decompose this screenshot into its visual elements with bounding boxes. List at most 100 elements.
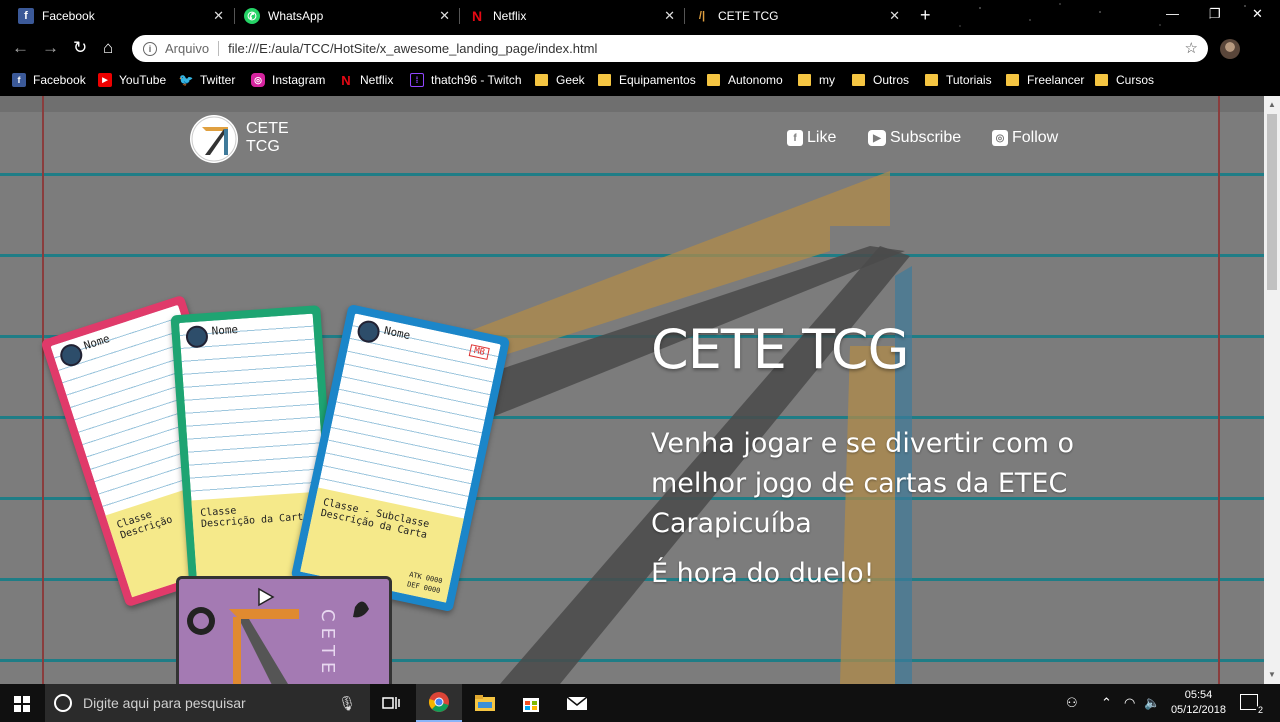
reload-icon[interactable]: ↻ [73, 38, 87, 58]
site-logo[interactable] [190, 115, 238, 163]
bookmark-star-icon[interactable]: ☆ [1185, 39, 1198, 57]
minimize-button[interactable]: — [1166, 6, 1179, 21]
taskbar-file-explorer[interactable] [462, 684, 508, 722]
bookmark-facebook[interactable]: f Facebook [12, 73, 86, 87]
forward-arrow-icon[interactable]: → [42, 38, 59, 58]
bookmark-folder-tutoriais[interactable]: Tutoriais [925, 73, 992, 87]
url-text[interactable]: file:///E:/aula/TCC/HotSite/x_awesome_la… [228, 41, 597, 56]
window-close-button[interactable]: ✕ [1252, 6, 1263, 22]
system-clock[interactable]: 05:54 05/12/2018 [1171, 688, 1226, 718]
bookmark-twitch[interactable]: ⁞ thatch96 - Twitch [410, 73, 522, 87]
bookmark-label: Equipamentos [619, 73, 696, 87]
bookmark-folder-cursos[interactable]: Cursos [1095, 73, 1154, 87]
volume-icon[interactable]: 🔈 [1144, 695, 1160, 711]
profile-avatar[interactable] [1220, 39, 1240, 59]
scroll-up-arrow-icon[interactable]: ▲ [1268, 100, 1276, 109]
like-label: Like [807, 129, 837, 146]
tab-strip: f Facebook ✕ ✆ WhatsApp ✕ N Netflix ✕ /|… [0, 0, 1280, 32]
taskbar-search-box[interactable]: Digite aqui para pesquisar 🎙 [45, 684, 370, 722]
wifi-icon[interactable]: ◠ [1124, 695, 1135, 711]
bookmark-label: Facebook [33, 73, 86, 87]
follow-link[interactable]: ◎ Follow [992, 129, 1058, 147]
facebook-icon: f [18, 8, 34, 24]
instagram-icon: ◎ [251, 73, 265, 87]
windows-taskbar: Digite aqui para pesquisar 🎙 ⚇ ⌃ ◠ 🔈 05:… [0, 684, 1280, 722]
card-art-purple: CETE [176, 576, 392, 684]
bookmark-instagram[interactable]: ◎ Instagram [251, 73, 325, 87]
taskbar-store[interactable] [508, 684, 554, 722]
whatsapp-icon: ✆ [244, 8, 260, 24]
bookmark-label: Outros [873, 73, 910, 87]
subscribe-link[interactable]: ▶ Subscribe [868, 129, 961, 147]
close-icon[interactable]: ✕ [439, 8, 450, 24]
bookmark-folder-autonomo[interactable]: Autonomo [707, 73, 783, 87]
folder-icon [535, 74, 548, 86]
address-bar[interactable]: i Arquivo file:///E:/aula/TCC/HotSite/x_… [132, 35, 1208, 62]
hero-title: CETE TCG [651, 318, 909, 381]
taskbar-mail[interactable] [554, 684, 600, 722]
close-icon[interactable]: ✕ [889, 8, 900, 24]
site-brand[interactable]: CETE TCG [246, 120, 289, 156]
bookmark-label: Freelancer [1027, 73, 1085, 87]
folder-icon [598, 74, 611, 86]
folder-icon [707, 74, 720, 86]
back-arrow-icon[interactable]: ← [12, 38, 29, 58]
cortana-icon [54, 694, 72, 712]
bookmark-folder-freelancer[interactable]: Freelancer [1006, 73, 1084, 87]
chrome-icon [429, 692, 449, 712]
tab-facebook[interactable]: f Facebook ✕ [0, 0, 234, 32]
bookmark-label: Netflix [360, 73, 394, 87]
bookmark-folder-equipamentos[interactable]: Equipamentos [598, 73, 696, 87]
card-name: Nome [211, 322, 239, 338]
bookmark-twitter[interactable]: 🐦 Twitter [178, 73, 236, 87]
store-icon [523, 698, 539, 712]
home-icon[interactable]: ⌂ [103, 38, 113, 58]
hero-tagline: É hora do duelo! [651, 558, 875, 589]
chevron-up-icon[interactable]: ⌃ [1101, 695, 1112, 711]
close-icon[interactable]: ✕ [213, 8, 224, 24]
info-icon[interactable]: i [143, 41, 157, 56]
bookmark-label: Cursos [1116, 73, 1155, 87]
bookmark-label: my [819, 73, 835, 87]
bookmark-label: Geek [556, 73, 585, 87]
scheme-label: Arquivo [165, 41, 210, 56]
bookmark-folder-outros[interactable]: Outros [852, 73, 909, 87]
browser-toolbar: ← → ↻ ⌂ i Arquivo file:///E:/aula/TCC/Ho… [0, 32, 1280, 66]
page-scrollbar[interactable]: ▲ ▼ [1264, 96, 1280, 684]
action-center-icon[interactable]: 2 [1240, 694, 1265, 715]
subscribe-label: Subscribe [890, 129, 962, 146]
restore-button[interactable]: ❐ [1209, 6, 1221, 22]
tab-title: CETE TCG [718, 9, 779, 23]
bookmark-folder-my[interactable]: my [798, 73, 835, 87]
microphone-icon[interactable]: 🎙 [338, 695, 356, 712]
taskbar-chrome[interactable] [416, 684, 462, 722]
tab-title: Netflix [493, 9, 527, 23]
tab-whatsapp[interactable]: ✆ WhatsApp ✕ [226, 0, 460, 32]
close-icon[interactable]: ✕ [664, 8, 675, 24]
tab-cete-tcg[interactable]: /| CETE TCG ✕ [676, 0, 910, 32]
new-tab-button[interactable]: + [920, 5, 931, 26]
facebook-icon: f [12, 73, 26, 87]
tab-netflix[interactable]: N Netflix ✕ [451, 0, 685, 32]
hero-subtitle: Venha jogar e se divertir com o melhor j… [651, 428, 1075, 539]
task-view-button[interactable] [368, 684, 414, 722]
scroll-down-arrow-icon[interactable]: ▼ [1268, 670, 1276, 679]
bookmark-folder-geek[interactable]: Geek [535, 73, 585, 87]
scrollbar-thumb[interactable] [1267, 114, 1277, 290]
people-icon[interactable]: ⚇ [1066, 695, 1078, 711]
bookmark-label: Twitter [200, 73, 236, 87]
bookmark-netflix[interactable]: N Netflix [339, 72, 394, 88]
youtube-icon: ▶ [868, 130, 886, 146]
windows-start-icon[interactable] [14, 696, 30, 712]
like-link[interactable]: f Like [787, 129, 836, 147]
bookmark-youtube[interactable]: ▶ YouTube [98, 73, 166, 87]
facebook-icon: f [787, 130, 803, 146]
tab-title: WhatsApp [268, 9, 324, 23]
bookmark-label: YouTube [119, 73, 167, 87]
brand-line: CETE [246, 120, 289, 137]
search-placeholder: Digite aqui para pesquisar [83, 695, 246, 711]
follow-label: Follow [1012, 129, 1059, 146]
netflix-icon: N [341, 72, 351, 88]
folder-icon [475, 695, 495, 711]
twitter-icon: 🐦 [178, 73, 194, 87]
